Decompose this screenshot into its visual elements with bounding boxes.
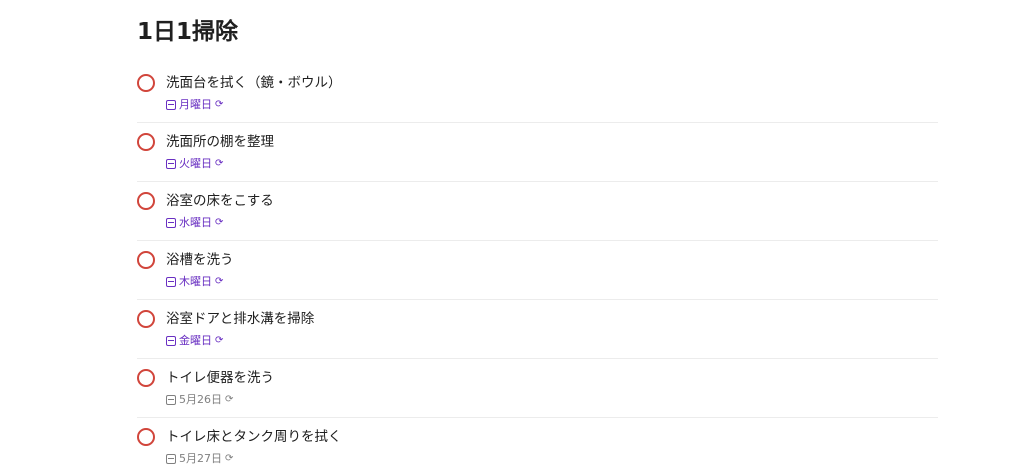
task-complete-checkbox[interactable] [137,74,155,92]
task-name[interactable]: 浴槽を洗う [166,250,234,270]
task-name[interactable]: トイレ床とタンク周りを拭く [166,427,342,447]
task-complete-checkbox[interactable] [137,133,155,151]
task-item[interactable]: 洗面所の棚を整理 火曜日 ⟳ [137,123,938,182]
task-name[interactable]: 洗面所の棚を整理 [166,132,274,152]
task-item[interactable]: 浴室ドアと排水溝を掃除 金曜日 ⟳ [137,300,938,359]
calendar-icon [166,277,176,287]
due-date-label: 火曜日 [179,157,212,170]
due-date-label: 水曜日 [179,216,212,229]
recurring-icon: ⟳ [215,335,224,346]
calendar-icon [166,395,176,405]
page-title: 1日1掃除 [137,19,239,45]
due-date-label: 5月26日 [179,393,222,406]
recurring-icon: ⟳ [215,99,224,110]
calendar-icon [166,336,176,346]
task-complete-checkbox[interactable] [137,192,155,210]
calendar-icon [166,100,176,110]
task-name[interactable]: 洗面台を拭く（鏡・ボウル） [166,73,342,93]
due-date-label: 木曜日 [179,275,212,288]
task-due-date[interactable]: 月曜日 ⟳ [166,97,223,113]
task-due-date[interactable]: 木曜日 ⟳ [166,274,223,290]
task-due-date[interactable]: 火曜日 ⟳ [166,156,223,172]
task-complete-checkbox[interactable] [137,428,155,446]
task-name[interactable]: 浴室ドアと排水溝を掃除 [166,309,314,329]
task-name[interactable]: トイレ便器を洗う [166,368,274,388]
task-item[interactable]: 浴槽を洗う 木曜日 ⟳ [137,241,938,300]
task-name[interactable]: 浴室の床をこする [166,191,274,211]
calendar-icon [166,454,176,464]
recurring-icon: ⟳ [225,453,234,464]
calendar-icon [166,218,176,228]
task-item[interactable]: トイレ便器を洗う 5月26日 ⟳ [137,359,938,418]
task-item[interactable]: 浴室の床をこする 水曜日 ⟳ [137,182,938,241]
task-due-date[interactable]: 金曜日 ⟳ [166,333,223,349]
recurring-icon: ⟳ [215,158,224,169]
recurring-icon: ⟳ [225,394,234,405]
task-complete-checkbox[interactable] [137,310,155,328]
task-item[interactable]: トイレ床とタンク周りを拭く 5月27日 ⟳ [137,418,938,468]
task-due-date[interactable]: 5月27日 ⟳ [166,451,233,467]
task-complete-checkbox[interactable] [137,369,155,387]
task-item[interactable]: 洗面台を拭く（鏡・ボウル） 月曜日 ⟳ [137,64,938,123]
task-due-date[interactable]: 5月26日 ⟳ [166,392,233,408]
task-list: 洗面台を拭く（鏡・ボウル） 月曜日 ⟳ 洗面所の棚を整理 火曜日 ⟳ 浴室の床を… [137,64,938,468]
due-date-label: 金曜日 [179,334,212,347]
recurring-icon: ⟳ [215,217,224,228]
due-date-label: 月曜日 [179,98,212,111]
recurring-icon: ⟳ [215,276,224,287]
task-due-date[interactable]: 水曜日 ⟳ [166,215,223,231]
task-complete-checkbox[interactable] [137,251,155,269]
calendar-icon [166,159,176,169]
due-date-label: 5月27日 [179,452,222,465]
project-page: 1日1掃除 洗面台を拭く（鏡・ボウル） 月曜日 ⟳ 洗面所の棚を整理 火曜日 ⟳… [0,0,1013,468]
